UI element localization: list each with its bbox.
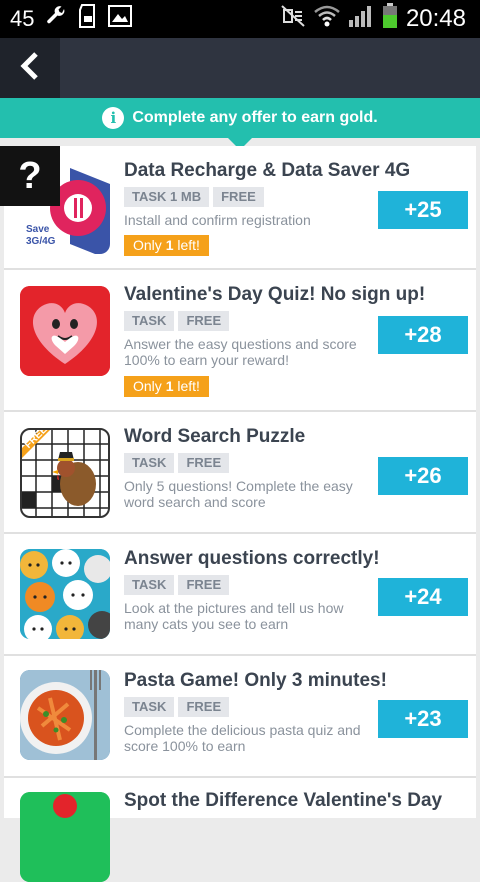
offer-description: Answer the easy questions and score 100%…: [124, 336, 357, 368]
offer-row[interactable]: Valentine's Day Quiz! No sign up! TASK F…: [4, 270, 476, 412]
tag-free: FREE: [178, 575, 230, 595]
offer-tags: TASK 1 MB FREE: [124, 187, 264, 207]
info-banner: i Complete any offer to earn gold.: [0, 98, 480, 138]
thumb-caption: Save 3G/4G: [26, 224, 56, 247]
tag-free: FREE: [178, 311, 230, 331]
only-left-badge: Only 1 left!: [124, 376, 209, 397]
offer-row[interactable]: Answer questions correctly! TASK FREE Lo…: [4, 534, 476, 656]
offer-title: Spot the Difference Valentine's Day: [124, 790, 443, 811]
only-left-badge: Only 1 left!: [124, 235, 209, 256]
tag-free: FREE: [178, 697, 230, 717]
reward-button[interactable]: +26: [378, 457, 468, 495]
reward-button[interactable]: +23: [378, 700, 468, 738]
tag-task: TASK: [124, 311, 175, 331]
image-icon: [108, 5, 133, 33]
offer-thumbnail: [20, 549, 110, 639]
app-bar: [0, 38, 480, 98]
offer-title: Word Search Puzzle: [124, 426, 306, 447]
offer-title: Answer questions correctly!: [124, 548, 380, 569]
tag-task: TASK 1 MB: [124, 187, 210, 207]
wrench-icon: [44, 4, 68, 34]
offer-thumbnail: [20, 670, 110, 760]
offer-row[interactable]: FREE Word Search Puzzle TASK FREE Only 5…: [4, 412, 476, 534]
offer-title: Pasta Game! Only 3 minutes!: [124, 670, 387, 691]
offer-thumbnail: [20, 792, 110, 882]
offer-tags: TASK FREE: [124, 311, 230, 331]
reward-button[interactable]: +28: [378, 316, 468, 354]
tag-free: FREE: [213, 187, 264, 207]
cell-signal-icon: [348, 4, 374, 35]
status-left: 45: [10, 0, 133, 38]
offer-tags: TASK FREE: [124, 453, 230, 473]
info-icon: i: [102, 107, 125, 129]
clock: 20:48: [405, 5, 466, 32]
tag-free: FREE: [178, 453, 230, 473]
status-right: 20:48: [280, 0, 466, 38]
status-bar: 45 20:48: [0, 0, 480, 38]
offer-row[interactable]: Spot the Difference Valentine's Day: [4, 778, 476, 882]
sd-card-icon: [78, 4, 98, 34]
offer-description: Only 5 questions! Complete the easy word…: [124, 478, 353, 510]
banner-text: Complete any offer to earn gold.: [132, 109, 378, 126]
reward-button[interactable]: +25: [378, 191, 468, 229]
offer-tags: TASK FREE: [124, 697, 230, 717]
wifi-icon: [314, 4, 340, 35]
reward-button[interactable]: +24: [378, 578, 468, 616]
offer-description: Complete the delicious pasta quiz and sc…: [124, 722, 361, 754]
offer-description: Look at the pictures and tell us how man…: [124, 600, 344, 632]
tag-task: TASK: [124, 453, 175, 473]
tag-task: TASK: [124, 697, 175, 717]
mute-icon: [280, 4, 306, 35]
back-button[interactable]: [0, 38, 60, 98]
offer-thumbnail: FREE: [20, 428, 110, 518]
offer-row[interactable]: Pasta Game! Only 3 minutes! TASK FREE Co…: [4, 656, 476, 778]
help-button[interactable]: ?: [0, 146, 60, 206]
offer-description: Install and confirm registration: [124, 212, 311, 228]
notification-count: 45: [10, 6, 35, 31]
offer-title: Data Recharge & Data Saver 4G: [124, 160, 411, 181]
chevron-left-icon: [19, 51, 41, 86]
battery-icon: [382, 2, 398, 36]
tag-task: TASK: [124, 575, 175, 595]
offer-row[interactable]: Save 3G/4G Data Recharge & Data Saver 4G…: [4, 146, 476, 270]
offer-thumbnail: [20, 286, 110, 376]
offer-tags: TASK FREE: [124, 575, 230, 595]
offer-title: Valentine's Day Quiz! No sign up!: [124, 284, 426, 305]
